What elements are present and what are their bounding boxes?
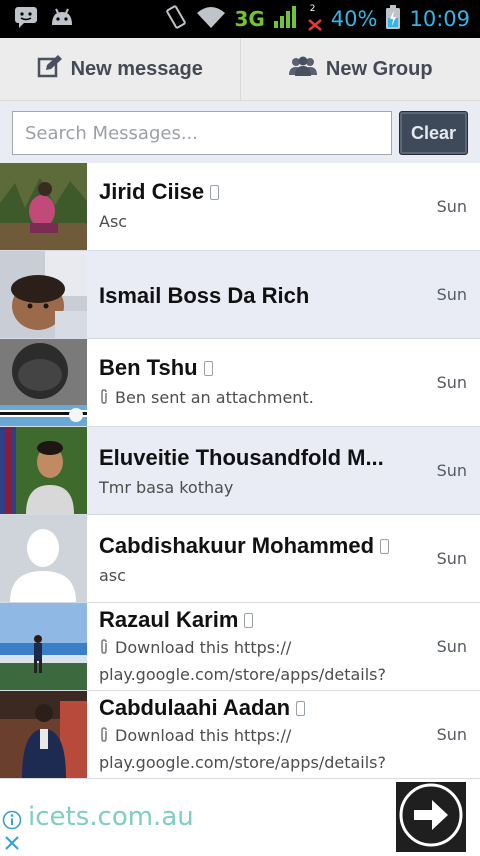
message-time: Sun — [437, 251, 467, 338]
conversation-text: Ben Tshu Ben sent an attachment. — [99, 339, 430, 412]
contact-name: Razaul Karim — [99, 607, 238, 633]
notification-count: 2 — [310, 4, 316, 14]
contact-name: Ben Tshu — [99, 355, 198, 381]
contact-name-row: Jirid Ciise — [99, 179, 430, 205]
avatar — [0, 163, 87, 250]
compose-icon — [37, 54, 63, 84]
message-preview-row: Ben sent an attachment. — [99, 385, 430, 412]
ad-text[interactable]: icets.com.au — [28, 802, 194, 832]
contact-name-row: Ismail Boss Da Rich — [99, 283, 430, 309]
avatar — [0, 339, 87, 426]
vibrate-icon — [164, 4, 188, 34]
avatar — [0, 515, 87, 602]
message-time: Sun — [437, 515, 467, 602]
contact-name-row: Ben Tshu — [99, 355, 430, 381]
avatar — [0, 603, 87, 690]
conversation-text: Jirid Ciise Asc — [99, 163, 430, 234]
message-time: Sun — [437, 339, 467, 426]
conversation-text: Ismail Boss Da Rich — [99, 251, 430, 309]
contact-name-row: Razaul Karim — [99, 607, 430, 633]
conversation-row[interactable]: Ben Tshu Ben sent an attachment. Sun — [0, 339, 480, 427]
ad-close-icon[interactable] — [2, 834, 22, 856]
contact-name: Cabdulaahi Aadan — [99, 695, 290, 721]
clear-button[interactable]: Clear — [399, 111, 468, 155]
new-message-button[interactable]: New message — [0, 38, 240, 100]
contact-name: Eluveitie Thousandfold M... — [99, 445, 384, 471]
status-right: 3G 2 40% 10:09 — [164, 4, 470, 34]
contact-name: Jirid Ciise — [99, 179, 204, 205]
phone-icon — [296, 701, 305, 716]
paperclip-icon — [99, 637, 109, 662]
conversation-list[interactable]: Jirid Ciise Asc Sun Ismail Boss Da Rich … — [0, 163, 480, 780]
phone-icon — [210, 185, 219, 200]
conversation-text: Razaul Karim Download this https:// play… — [99, 603, 430, 687]
status-left — [14, 6, 74, 32]
paperclip-icon — [99, 387, 109, 412]
message-preview: Asc — [99, 209, 430, 234]
new-message-label: New message — [71, 58, 203, 81]
avatar — [0, 691, 87, 778]
message-time: Sun — [437, 427, 467, 514]
network-type: 3G — [234, 7, 264, 31]
status-bar: 3G 2 40% 10:09 — [0, 0, 480, 38]
message-preview: Download this https:// — [115, 638, 291, 657]
battery-icon — [385, 4, 401, 34]
conversation-row[interactable]: Cabdulaahi Aadan Download this https:// … — [0, 691, 480, 779]
message-time: Sun — [437, 163, 467, 250]
contact-name-row: Eluveitie Thousandfold M... — [99, 445, 430, 471]
message-time: Sun — [437, 603, 467, 690]
conversation-row[interactable]: Jirid Ciise Asc Sun — [0, 163, 480, 251]
conversation-text: Cabdulaahi Aadan Download this https:// … — [99, 691, 430, 775]
message-time: Sun — [437, 691, 467, 778]
action-bar: New message New Group — [0, 38, 480, 101]
message-preview-row: Download this https:// play.google.com/s… — [99, 635, 430, 687]
message-preview: asc — [99, 563, 430, 588]
message-preview: Tmr basa kothay — [99, 475, 430, 500]
phone-icon — [244, 613, 253, 628]
new-group-label: New Group — [326, 58, 433, 81]
message-preview-continued: play.google.com/store/apps/details? — [99, 753, 386, 772]
signal-icon — [273, 5, 299, 33]
phone-icon — [380, 539, 389, 554]
contact-name: Cabdishakuur Mohammed — [99, 533, 374, 559]
conversation-text: Eluveitie Thousandfold M... Tmr basa kot… — [99, 427, 430, 500]
conversation-row[interactable]: Eluveitie Thousandfold M... Tmr basa kot… — [0, 427, 480, 515]
clock: 10:09 — [409, 7, 470, 31]
search-area: Clear — [0, 101, 480, 163]
android-icon — [50, 7, 74, 31]
contact-name-row: Cabdulaahi Aadan — [99, 695, 430, 721]
contact-name: Ismail Boss Da Rich — [99, 283, 309, 309]
group-icon — [288, 55, 318, 83]
conversation-row[interactable]: Razaul Karim Download this https:// play… — [0, 603, 480, 691]
conversation-text: Cabdishakuur Mohammed asc — [99, 515, 430, 588]
battery-percent: 40% — [331, 7, 378, 31]
message-preview-continued: play.google.com/store/apps/details? — [99, 665, 386, 684]
message-preview: Ben sent an attachment. — [115, 388, 314, 407]
ad-go-button[interactable] — [396, 782, 466, 852]
contact-name-row: Cabdishakuur Mohammed — [99, 533, 430, 559]
message-preview: Download this https:// — [115, 726, 291, 745]
wifi-icon — [196, 5, 226, 33]
avatar — [0, 251, 87, 338]
sim-missing-icon: 2 — [307, 6, 323, 32]
avatar — [0, 427, 87, 514]
new-group-button[interactable]: New Group — [240, 38, 480, 100]
phone-icon — [204, 361, 213, 376]
arrow-right-icon — [398, 782, 464, 852]
conversation-row[interactable]: Cabdishakuur Mohammed asc Sun — [0, 515, 480, 603]
message-preview-row: Download this https:// play.google.com/s… — [99, 723, 430, 775]
search-input[interactable] — [12, 111, 392, 155]
ad-info-icon[interactable] — [2, 810, 22, 834]
chat-notification-icon — [14, 6, 38, 32]
paperclip-icon — [99, 725, 109, 750]
conversation-row[interactable]: Ismail Boss Da Rich Sun — [0, 251, 480, 339]
